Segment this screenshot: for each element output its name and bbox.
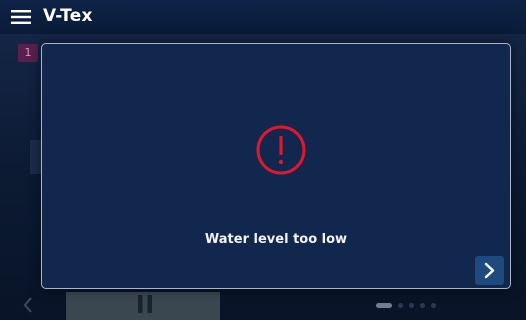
- page-dot: [431, 302, 436, 308]
- page-dot: [420, 302, 425, 308]
- exclamation-circle-icon: [255, 124, 307, 176]
- hamburger-menu-icon[interactable]: [11, 9, 31, 25]
- pause-icon[interactable]: [136, 293, 154, 315]
- page-dot: [409, 302, 414, 308]
- alert-message: Water level too low: [204, 232, 348, 247]
- chevron-left-icon[interactable]: [20, 294, 36, 316]
- alert-dialog: Water level too low: [41, 43, 511, 289]
- app-header: V-Tex: [0, 0, 526, 34]
- page-indicator: [376, 301, 436, 309]
- app-title: V-Tex: [43, 6, 93, 26]
- step-badge: 1: [18, 44, 38, 62]
- chevron-right-icon: [484, 262, 495, 279]
- device-screen: V-Tex 1 Water level too low: [0, 0, 526, 320]
- next-button[interactable]: [475, 256, 504, 285]
- page-dot: [398, 302, 403, 308]
- page-dot-active: [376, 302, 392, 308]
